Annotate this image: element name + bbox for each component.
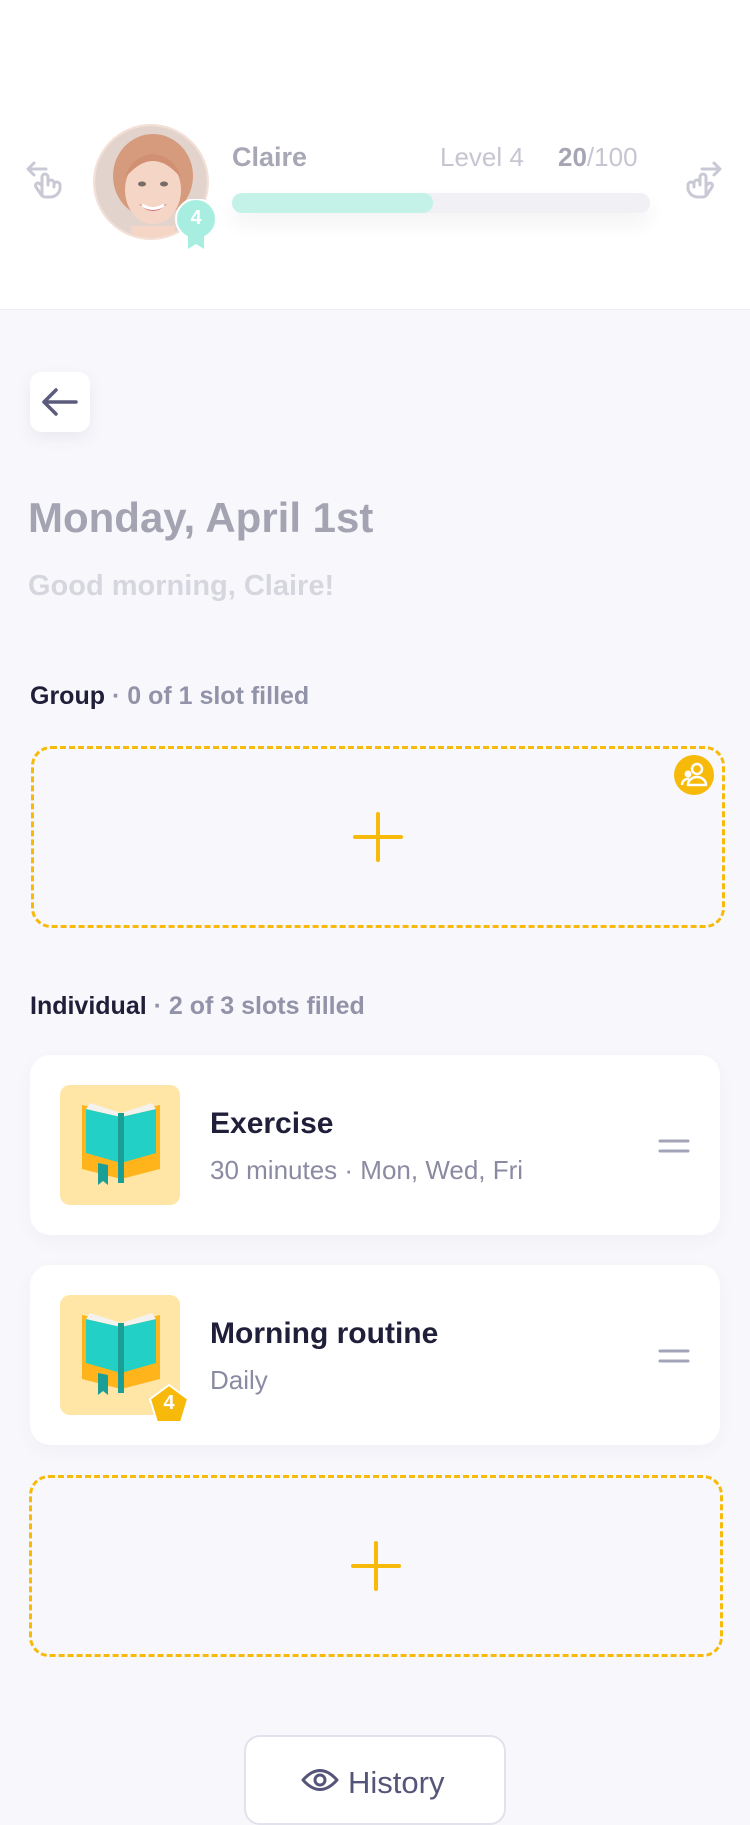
level-label: Level 4 bbox=[440, 142, 524, 172]
next-day-hand-icon[interactable] bbox=[676, 155, 724, 203]
habit-level-number: 4 bbox=[163, 1392, 175, 1414]
level-progress-fill bbox=[232, 193, 433, 213]
individual-section-status: · 2 of 3 slots filled bbox=[146, 992, 365, 1020]
drag-handle-icon[interactable] bbox=[658, 1349, 690, 1363]
habit-thumbnail bbox=[60, 1085, 180, 1205]
habit-thumbnail: 4 bbox=[60, 1295, 189, 1423]
previous-day-hand-icon[interactable] bbox=[24, 155, 72, 203]
user-name: Claire bbox=[232, 142, 308, 172]
group-section-status: · 0 of 1 slot filled bbox=[105, 682, 310, 710]
group-users-icon bbox=[674, 755, 714, 795]
individual-section-label: Individual · 2 of 3 slots filled bbox=[30, 992, 365, 1021]
habit-card[interactable]: Exercise 30 minutes · Mon, Wed, Fri bbox=[30, 1055, 720, 1235]
history-button[interactable]: History bbox=[244, 1735, 506, 1825]
plus-icon bbox=[353, 812, 403, 862]
add-individual-slot-button[interactable] bbox=[29, 1475, 723, 1657]
level-progress-bar bbox=[232, 193, 650, 213]
user-avatar[interactable]: 4 bbox=[93, 124, 217, 249]
individual-section-title: Individual bbox=[30, 992, 147, 1020]
plus-icon bbox=[351, 1541, 401, 1591]
greeting-text: Good morning, Claire! bbox=[28, 570, 335, 602]
page-title: Monday, April 1st bbox=[28, 494, 374, 541]
habit-title: Morning routine bbox=[210, 1317, 439, 1350]
eye-icon bbox=[301, 1769, 339, 1791]
score-current: 20 bbox=[558, 142, 587, 172]
group-section-title: Group bbox=[30, 682, 105, 710]
habit-schedule: 30 minutes · Mon, Wed, Fri bbox=[210, 1155, 524, 1185]
group-section-label: Group · 0 of 1 slot filled bbox=[30, 682, 309, 711]
arrow-left-icon bbox=[42, 388, 78, 416]
habit-card[interactable]: 4 Morning routine Daily bbox=[30, 1265, 720, 1445]
back-button[interactable] bbox=[30, 372, 90, 432]
open-book-icon bbox=[82, 1103, 160, 1185]
habit-schedule: Daily bbox=[210, 1365, 268, 1395]
add-group-slot-button[interactable] bbox=[31, 746, 725, 928]
profile-header: 4 Claire Level 4 20/100 bbox=[0, 0, 750, 310]
habit-level-badge: 4 bbox=[148, 1383, 190, 1425]
habit-title: Exercise bbox=[210, 1107, 334, 1140]
history-label: History bbox=[348, 1765, 445, 1800]
score-max: 100 bbox=[594, 142, 638, 172]
avatar-level-number: 4 bbox=[190, 207, 202, 229]
drag-handle-icon[interactable] bbox=[658, 1139, 690, 1153]
avatar-level-badge: 4 bbox=[174, 198, 218, 251]
score-readout: 20/100 bbox=[558, 142, 638, 173]
